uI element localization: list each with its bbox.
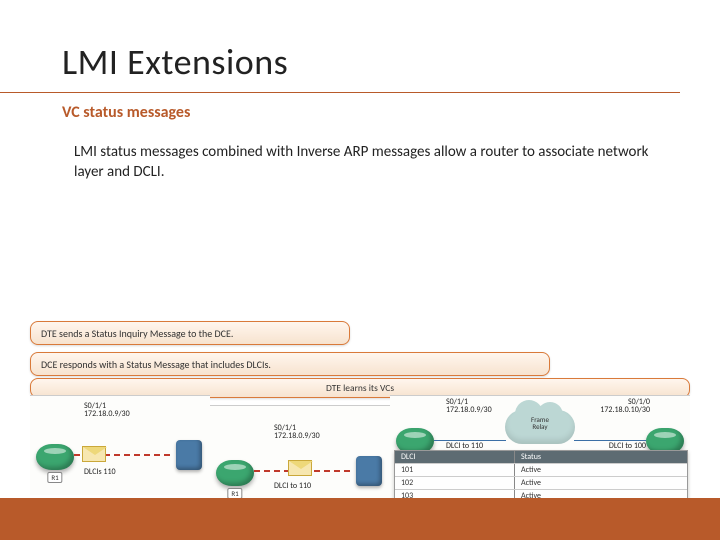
header-status: Status [515, 451, 687, 463]
fr-switch-icon [176, 440, 202, 470]
body-paragraph: LMI status messages combined with Invers… [0, 122, 720, 183]
step-2-label: DCE responds with a Status Message that … [41, 358, 271, 371]
p2-interface-label: S0/1/1 172.18.0.9/30 [274, 424, 320, 441]
diagram-panel-2: S0/1/1 172.18.0.9/30 R1 DLCI to 110 [210, 405, 390, 500]
header-dlci: DLCI [395, 451, 515, 463]
page-title: LMI Extensions [0, 0, 680, 93]
router-label: R1 [47, 472, 62, 483]
footer-bar [0, 498, 720, 540]
router-icon: R1 [216, 460, 254, 486]
router-icon: R1 [36, 444, 74, 470]
p1-dlci-label: DLCIs 110 [84, 468, 116, 476]
diagram-panel-1: S0/1/1 172.18.0.9/30 R1 DLCIs 110 [30, 395, 210, 495]
step-1-label: DTE sends a Status Inquiry Message to th… [41, 327, 233, 340]
envelope-icon [82, 446, 106, 462]
slide: LMI Extensions VC status messages LMI st… [0, 0, 720, 540]
envelope-icon [288, 460, 312, 476]
fr-switch-icon [356, 456, 382, 486]
cell-dlci: 102 [395, 477, 515, 489]
step-2-bar: DCE responds with a Status Message that … [30, 352, 550, 376]
cell-dlci: 101 [395, 464, 515, 476]
step-1-bar: DTE sends a Status Inquiry Message to th… [30, 321, 350, 345]
table-row: 102 Active [395, 476, 687, 489]
cell-status: Active [515, 477, 687, 489]
p3-interface-left: S0/1/1 172.18.0.9/30 [446, 398, 492, 415]
table-row: 101 Active [395, 463, 687, 476]
p1-interface-label: S0/1/1 172.18.0.9/30 [84, 402, 130, 419]
subtitle: VC status messages [0, 93, 720, 122]
p2-dlci-label: DLCI to 110 [274, 482, 311, 490]
cloud-label: Frame Relay [505, 416, 575, 431]
step-3-label: DTE learns its VCs [326, 382, 394, 394]
table-header: DLCI Status [395, 451, 687, 463]
p3-interface-right: S0/1/0 172.18.0.10/30 [600, 398, 650, 415]
cell-status: Active [515, 464, 687, 476]
